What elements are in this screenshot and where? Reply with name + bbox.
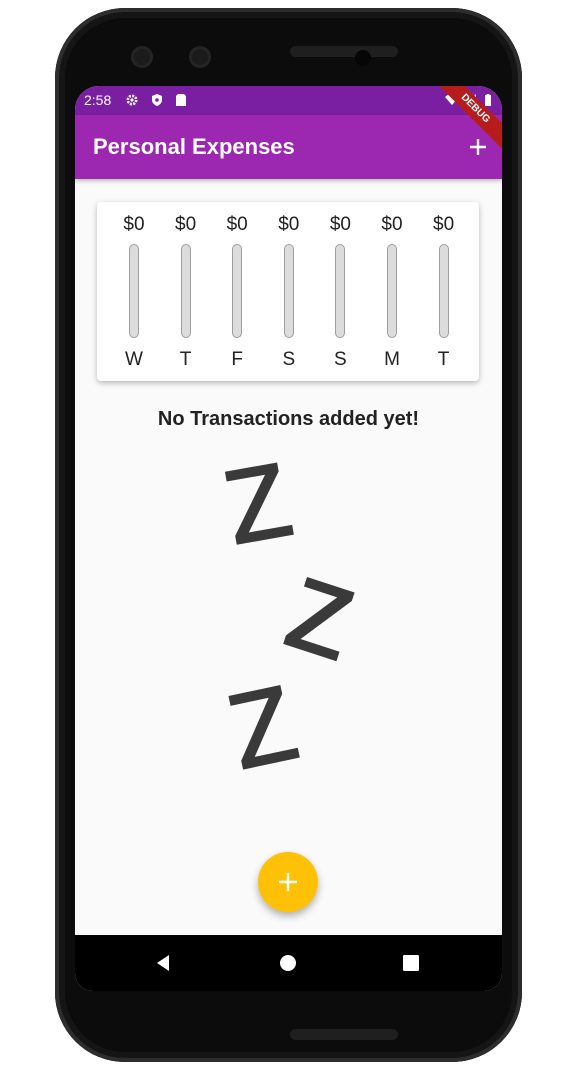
plus-icon bbox=[470, 139, 486, 155]
bar-day-label: W bbox=[125, 349, 143, 370]
shield-icon bbox=[152, 94, 162, 106]
bar-amount-label: $0 bbox=[123, 214, 145, 235]
bar-track bbox=[387, 244, 397, 338]
bar-track bbox=[232, 244, 243, 338]
chart-bar-column: $0 S bbox=[320, 202, 360, 381]
settings-icon bbox=[126, 94, 138, 106]
app-title: Personal Expenses bbox=[93, 134, 295, 159]
bar-track bbox=[129, 244, 139, 338]
bar-day-label: S bbox=[282, 349, 296, 370]
bar-day-label: T bbox=[179, 349, 192, 370]
bar-day-label: M bbox=[384, 349, 400, 370]
bar-track bbox=[335, 244, 346, 338]
navigation-bar bbox=[75, 935, 502, 991]
back-button[interactable] bbox=[153, 953, 173, 973]
chart-bar-column: $0 F bbox=[217, 202, 257, 381]
weekly-chart-card: $0 W $0 T $0 F $0 S $0 S $0 M $0 T bbox=[97, 202, 479, 381]
recents-button[interactable] bbox=[401, 953, 421, 973]
proximity-sensor bbox=[355, 50, 371, 66]
chart-bar-column: $0 M bbox=[372, 202, 412, 381]
bar-day-label: T bbox=[437, 349, 450, 370]
empty-state-message: No Transactions added yet! bbox=[157, 408, 420, 430]
bar-amount-label: $0 bbox=[175, 214, 197, 235]
bar-day-label: F bbox=[231, 349, 243, 370]
chart-bar-column: $0 T bbox=[424, 202, 464, 381]
chart-bar-column: $0 S bbox=[269, 202, 309, 381]
app-bar: Personal Expenses bbox=[75, 115, 502, 179]
chart-bar-column: $0 T bbox=[166, 202, 206, 381]
bar-amount-label: $0 bbox=[329, 214, 351, 235]
bar-day-label: S bbox=[334, 349, 347, 370]
bar-amount-label: $0 bbox=[226, 214, 248, 235]
sleeping-zzz-image bbox=[224, 462, 355, 770]
bar-amount-label: $0 bbox=[381, 214, 403, 235]
app-screen: 2:58 Personal Expenses DEBUG $0 W $0 T $… bbox=[75, 86, 502, 991]
home-button[interactable] bbox=[278, 953, 298, 973]
add-transaction-fab[interactable] bbox=[258, 852, 318, 912]
front-sensor bbox=[189, 46, 211, 68]
sim-card-icon bbox=[176, 94, 186, 106]
bar-track bbox=[283, 244, 294, 338]
bottom-speaker bbox=[290, 1029, 398, 1040]
status-time: 2:58 bbox=[84, 92, 112, 108]
bar-track bbox=[438, 244, 449, 338]
bar-amount-label: $0 bbox=[433, 214, 455, 235]
status-bar: 2:58 bbox=[75, 86, 502, 115]
front-camera bbox=[131, 46, 153, 68]
top-speaker bbox=[290, 46, 398, 57]
chart-bar-column: $0 W bbox=[114, 202, 154, 381]
plus-icon bbox=[279, 873, 297, 891]
bar-amount-label: $0 bbox=[278, 214, 300, 235]
add-transaction-button[interactable] bbox=[464, 133, 492, 161]
bar-track bbox=[180, 244, 191, 338]
